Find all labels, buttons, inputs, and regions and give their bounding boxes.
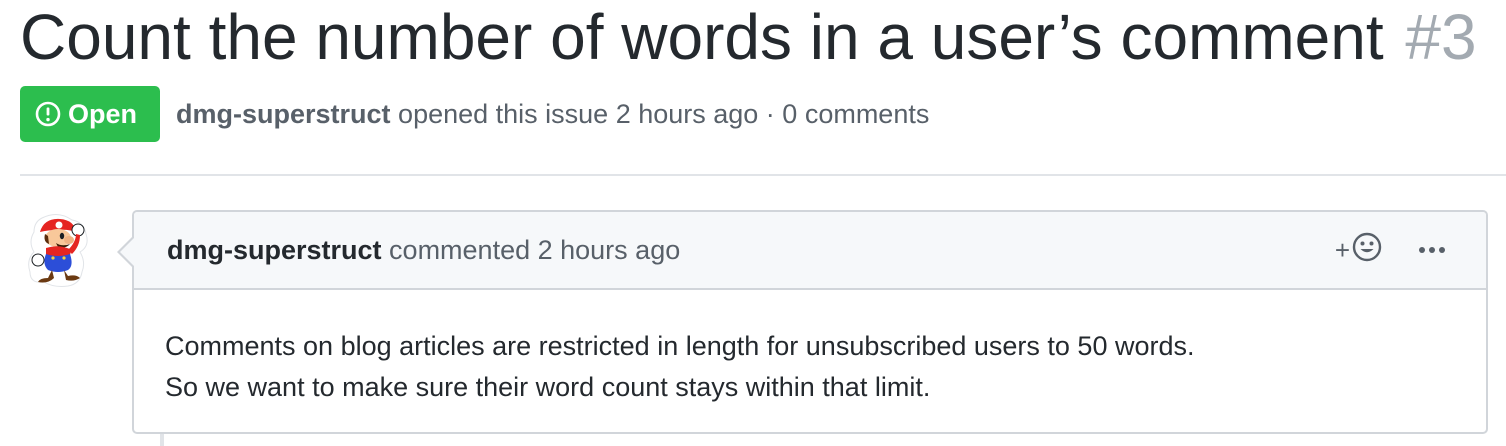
- comment-body-line: Comments on blog articles are restricted…: [165, 331, 1195, 361]
- timeline-line: [160, 434, 164, 446]
- avatar[interactable]: [24, 212, 92, 288]
- smiley-icon: [1352, 232, 1382, 269]
- comment-body: Comments on blog articles are restricted…: [134, 290, 1486, 408]
- state-badge: Open: [20, 86, 160, 142]
- issue-title: Count the number of words in a user’s co…: [20, 1, 1384, 73]
- issue-meta-text: dmg-superstruct opened this issue 2 hour…: [176, 99, 929, 130]
- issue-number: #3: [1405, 1, 1477, 73]
- issue-author-link[interactable]: dmg-superstruct: [176, 99, 391, 129]
- issue-meta-row: Open dmg-superstruct opened this issue 2…: [20, 86, 929, 142]
- header-divider: [20, 174, 1506, 176]
- issue-page: Count the number of words in a user’s co…: [0, 0, 1506, 446]
- comment-time-text[interactable]: commented 2 hours ago: [389, 235, 680, 265]
- comment-box: dmg-superstruct commented 2 hours ago +: [117, 210, 1488, 434]
- issue-opened-text: opened this issue 2 hours ago · 0 commen…: [398, 98, 930, 129]
- comment-more-button[interactable]: [1418, 241, 1446, 259]
- comment-actions: +: [1335, 212, 1446, 288]
- issue-title-heading: Count the number of words in a user’s co…: [20, 0, 1477, 74]
- kebab-horizontal-icon: [1418, 241, 1446, 259]
- add-reaction-button[interactable]: +: [1335, 232, 1382, 269]
- comment-pointer-inner: [120, 238, 134, 266]
- reaction-plus-label: +: [1334, 235, 1350, 265]
- comment-body-line: So we want to make sure their word count…: [165, 372, 931, 402]
- comment-header-text: dmg-superstruct commented 2 hours ago: [167, 235, 680, 266]
- issue-opened-icon: [35, 101, 61, 127]
- comment-header: dmg-superstruct commented 2 hours ago +: [134, 212, 1486, 290]
- comment-author-link[interactable]: dmg-superstruct: [167, 235, 382, 265]
- state-label: Open: [68, 98, 138, 129]
